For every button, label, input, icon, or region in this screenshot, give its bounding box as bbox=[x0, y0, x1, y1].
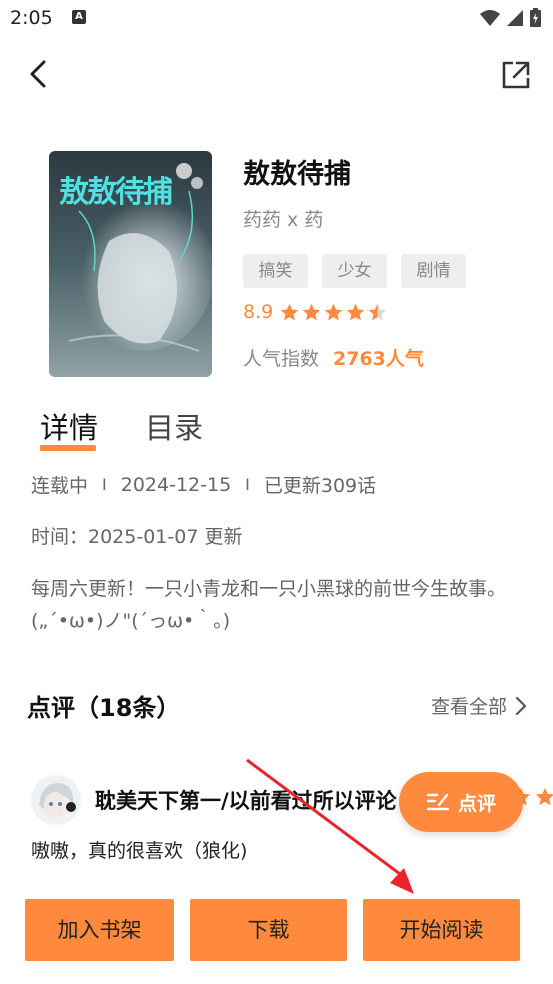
write-review-label: 点评 bbox=[457, 792, 496, 815]
star-icon bbox=[302, 303, 321, 320]
rating: 8.9 bbox=[243, 301, 388, 323]
book-author: 药药 x 药 bbox=[243, 209, 324, 231]
status-icons bbox=[480, 8, 541, 27]
share-icon bbox=[502, 61, 530, 89]
separator: I bbox=[245, 475, 250, 494]
book-description: 每周六更新！一只小青龙和一只小黑球的前世今生故事。(„´•ω•)ノ"(´っω•｀… bbox=[31, 578, 507, 632]
view-all-label: 查看全部 bbox=[430, 696, 507, 718]
update-time: 时间：2025-01-07 更新 bbox=[31, 526, 243, 548]
add-to-shelf-button[interactable]: 加入书架 bbox=[25, 899, 174, 961]
edit-icon bbox=[426, 793, 450, 811]
share-button[interactable] bbox=[497, 56, 533, 92]
serial-status: 连载中 bbox=[31, 475, 89, 497]
view-all-reviews-link[interactable]: 查看全部 bbox=[431, 692, 527, 719]
star-icon bbox=[346, 303, 365, 320]
popularity-value: 2763人气 bbox=[333, 348, 424, 370]
star-icon bbox=[535, 787, 553, 806]
battery-icon bbox=[530, 8, 541, 27]
signal-icon bbox=[507, 9, 523, 26]
review-header: 点评（18条） bbox=[27, 694, 181, 722]
status-time: 2:05 bbox=[10, 7, 53, 29]
tab-details[interactable]: 详情 bbox=[40, 405, 98, 447]
publish-date: 2024-12-15 bbox=[120, 473, 232, 496]
rating-score: 8.9 bbox=[243, 301, 274, 323]
tag-list: 搞笑 少女 剧情 bbox=[243, 254, 466, 288]
rating-stars bbox=[279, 302, 388, 323]
book-title: 敖敖待捕 bbox=[243, 159, 351, 190]
back-button[interactable] bbox=[22, 56, 58, 92]
episode-count: 已更新309话 bbox=[263, 475, 377, 497]
back-icon bbox=[30, 60, 46, 88]
cover-title-art: 敖敖待捕 bbox=[59, 175, 173, 210]
separator: I bbox=[102, 475, 107, 494]
tag-item[interactable]: 剧情 bbox=[401, 254, 466, 288]
popularity-label: 人气指数 bbox=[243, 348, 320, 370]
download-button[interactable]: 下载 bbox=[190, 899, 347, 961]
wifi-icon bbox=[480, 9, 500, 26]
star-icon bbox=[324, 303, 343, 320]
review-username: 耽美天下第一/以前看过所以评论 bbox=[95, 789, 397, 813]
avatar-image bbox=[31, 775, 81, 825]
tag-item[interactable]: 搞笑 bbox=[243, 254, 308, 288]
meta-line: 连载中 I 2024-12-15 I 已更新309话 bbox=[31, 471, 376, 498]
chevron-right-icon bbox=[515, 696, 527, 715]
notification-icon: A bbox=[72, 10, 86, 24]
start-reading-button[interactable]: 开始阅读 bbox=[363, 899, 520, 961]
tab-toc[interactable]: 目录 bbox=[145, 405, 203, 447]
half-star-icon bbox=[368, 303, 387, 320]
book-cover[interactable]: 敖敖待捕 bbox=[49, 151, 212, 377]
review-text: 嗷嗷，真的很喜欢（狼化) bbox=[31, 840, 248, 862]
write-review-button[interactable]: 点评 bbox=[399, 772, 523, 832]
tab-indicator bbox=[40, 445, 96, 451]
star-icon bbox=[280, 303, 299, 320]
tag-item[interactable]: 少女 bbox=[322, 254, 387, 288]
avatar[interactable] bbox=[31, 775, 81, 825]
popularity: 人气指数 2763人气 bbox=[243, 344, 424, 371]
status-bar: 2:05 A bbox=[0, 0, 553, 36]
